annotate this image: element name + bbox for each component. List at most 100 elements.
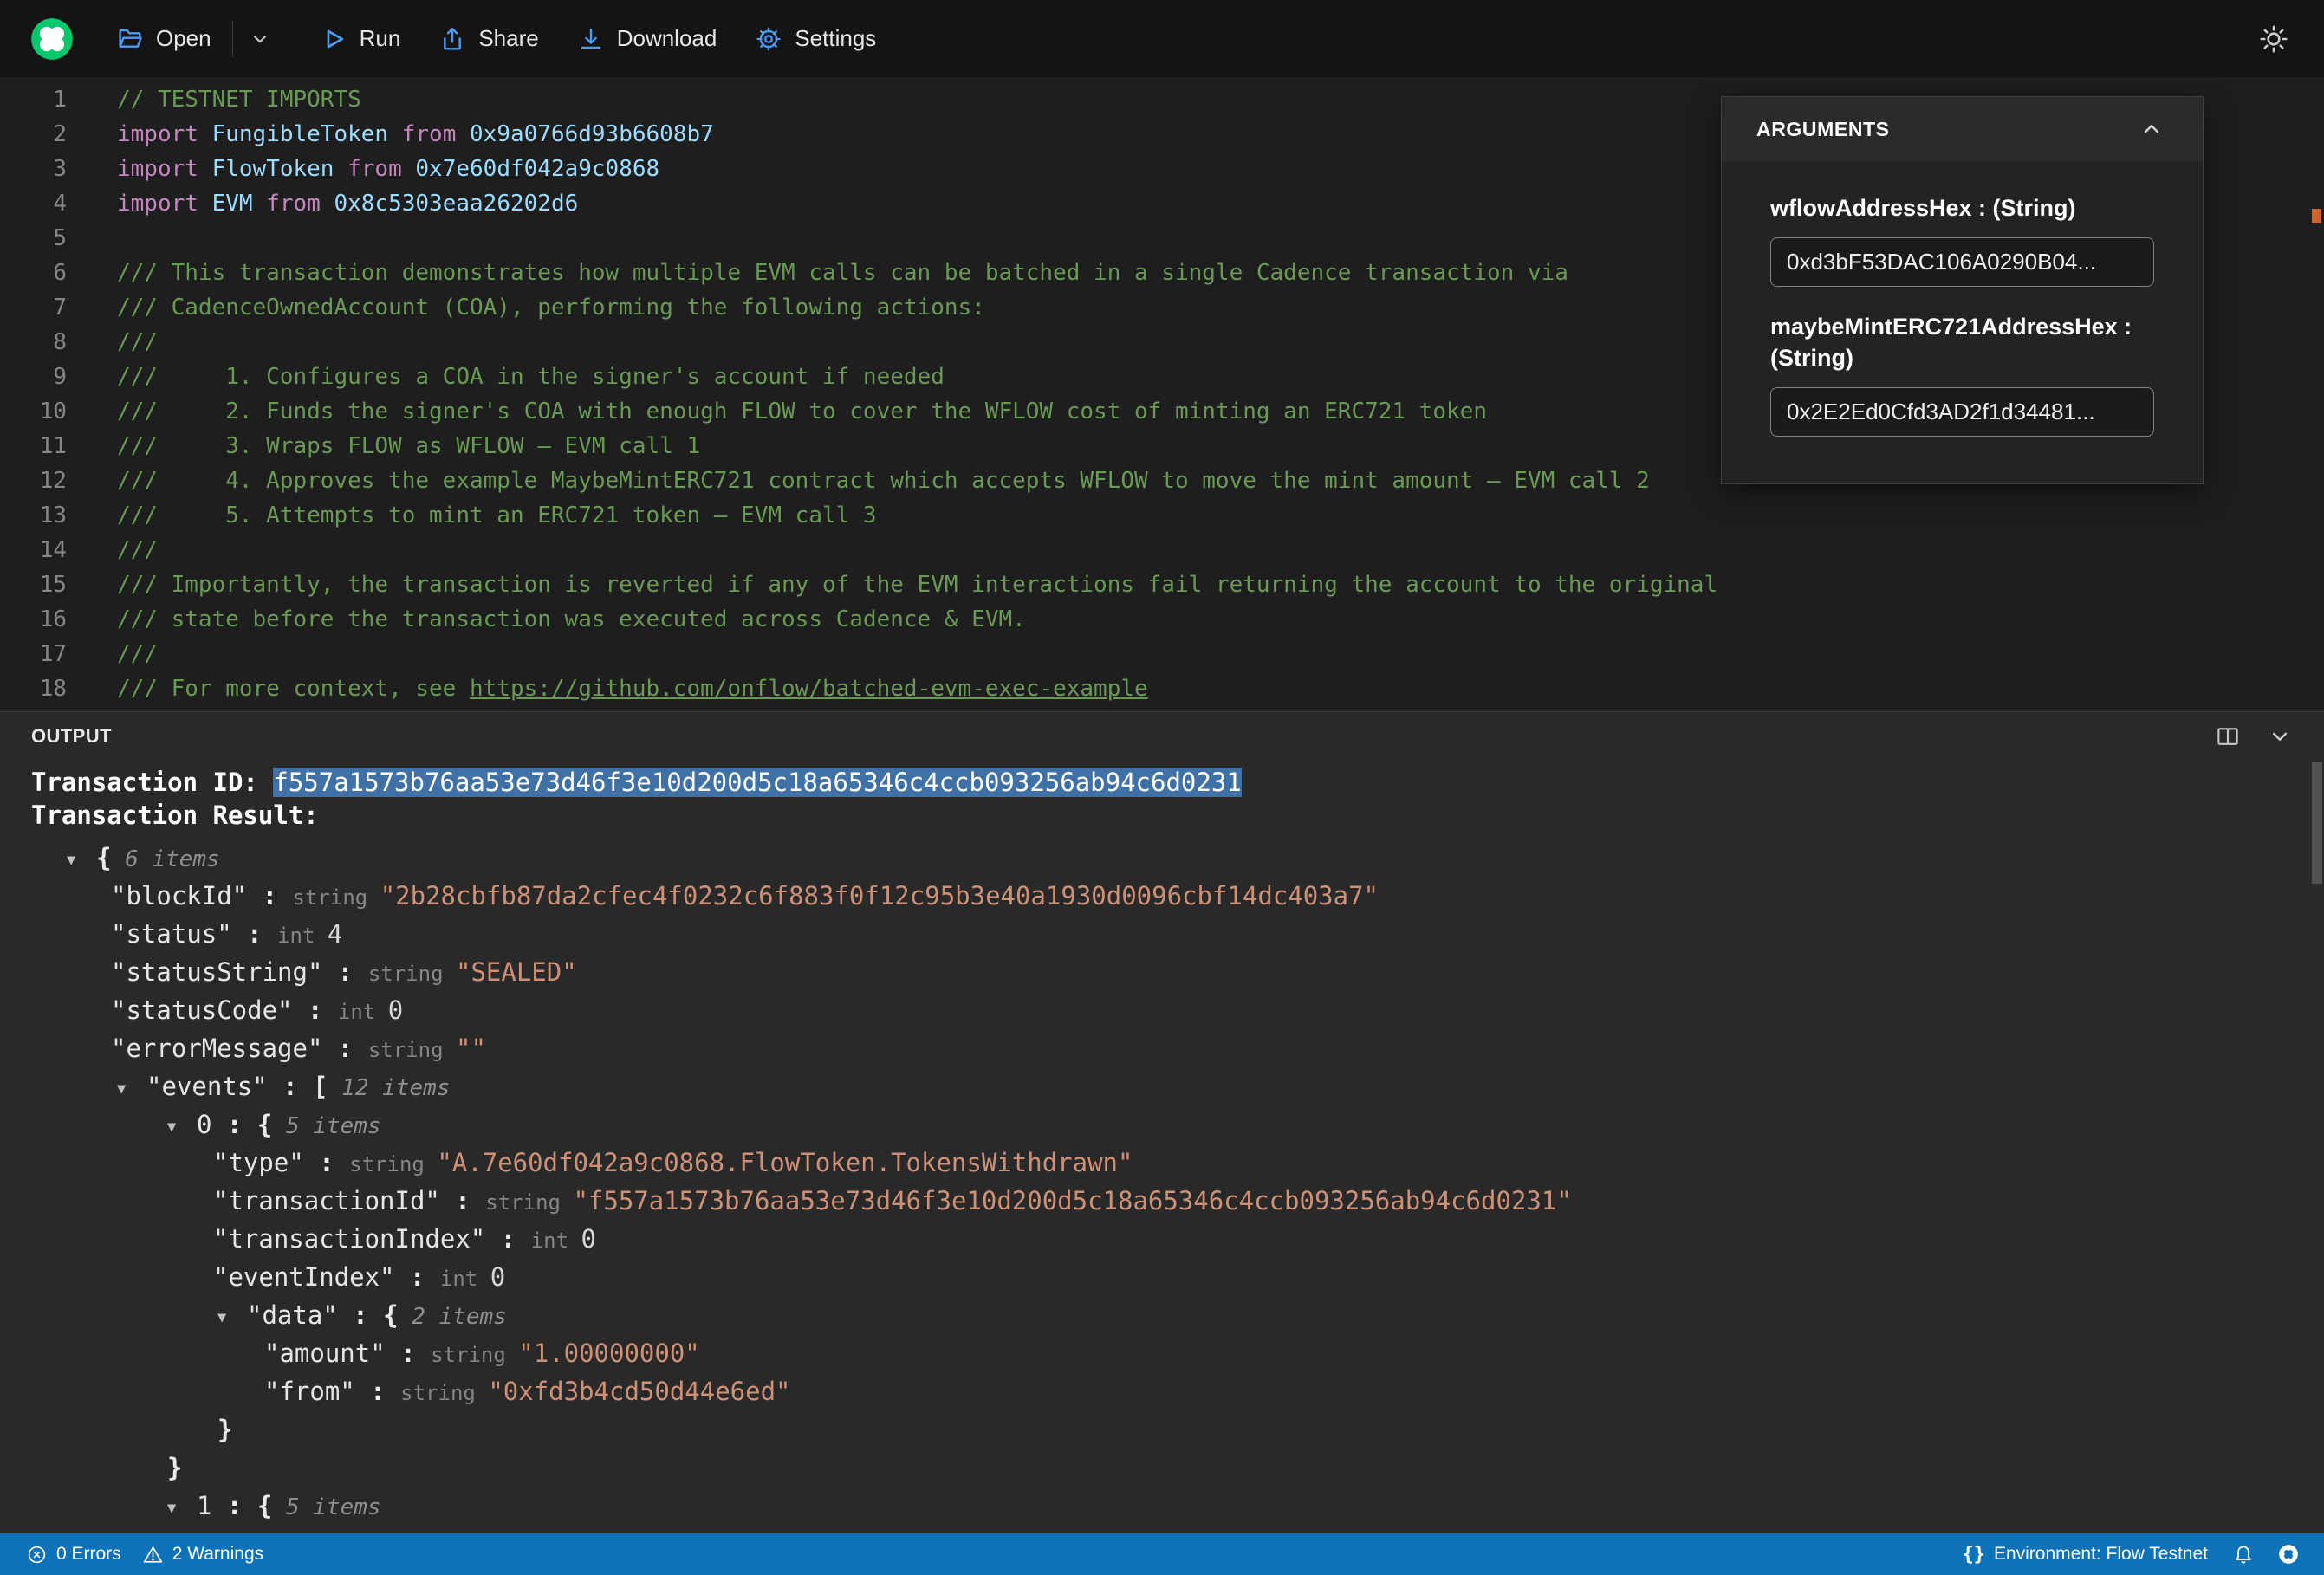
token-c: /// 2. Funds the signer's COA with enoug… (117, 399, 1487, 425)
braces-icon: {} (1962, 1543, 1985, 1565)
code-text: /// 4. Approves the example MaybeMintERC… (67, 463, 1650, 498)
open-button[interactable]: Open (97, 12, 230, 66)
json-tree-row: "transactionIndex" : int 0 (31, 1220, 2324, 1258)
token-typ: string (292, 885, 380, 910)
token-pun: : (247, 881, 293, 911)
json-tree-row: "from" : string "0xfd3b4cd50d44e6ed" (31, 1372, 2324, 1410)
settings-button[interactable]: Settings (736, 12, 895, 66)
argument-input[interactable] (1770, 237, 2154, 287)
token-c: /// CadenceOwnedAccount (COA), performin… (117, 295, 985, 321)
status-bar: 0 Errors 2 Warnings {} Environment: Flow… (0, 1533, 2324, 1575)
token-typ: string (400, 1381, 489, 1405)
token-pun: } (167, 1453, 183, 1482)
share-button[interactable]: Share (419, 12, 557, 66)
flow-network-button[interactable] (2269, 1543, 2308, 1565)
bell-icon (2236, 1546, 2251, 1564)
collapse-output-icon[interactable] (2267, 723, 2293, 749)
token-t: FungibleToken (211, 121, 402, 147)
code-editor[interactable]: 1// TESTNET IMPORTS 2 import FungibleToken… (0, 77, 2324, 711)
code-text: /// This transaction demonstrates how mu… (67, 256, 1568, 290)
token-pun: : (303, 1148, 350, 1177)
code-text: /// 1. Configures a COA in the signer's … (67, 360, 945, 394)
line-number: 17 (39, 641, 67, 667)
token-itm: 2 items (398, 1304, 507, 1330)
token-str: "" (455, 1034, 486, 1063)
output-header: OUTPUT (0, 712, 2324, 761)
notifications-button[interactable] (2223, 1543, 2263, 1565)
flow-runner-app: Open Run Share Download Settings 1 // TE… (0, 0, 2324, 1575)
token-str: "2b28cbfb87da2cfec4f0232c6f883f0f12c95b3… (380, 881, 1379, 911)
json-tree-row: "errorMessage" : string "" (31, 1029, 2324, 1067)
token-a: 0x8c5303eaa26202d6 (334, 191, 579, 217)
code-text: /// 5. Attempts to mint an ERC721 token … (67, 498, 877, 533)
environment-status[interactable]: {} Environment: Flow Testnet (1951, 1544, 2218, 1565)
download-icon (581, 28, 600, 49)
token-pun: : (354, 1377, 401, 1406)
token-pun: : (385, 1338, 432, 1368)
collapse-arrow-icon[interactable]: ▼ (67, 841, 96, 879)
code-line: 18/// For more context, see https://gith… (0, 671, 2324, 706)
token-key: "statusCode" (111, 995, 293, 1025)
token-k: import (117, 121, 212, 147)
toolbar: Open Run Share Download Settings (0, 0, 2324, 77)
run-button[interactable]: Run (301, 12, 420, 66)
token-t: EVM (211, 191, 267, 217)
download-button[interactable]: Download (558, 12, 737, 66)
token-typ: int (277, 924, 328, 948)
run-label: Run (359, 25, 401, 51)
scrollbar-warning-marker (2312, 209, 2321, 223)
token-a: 0x7e60df042a9c0868 (415, 156, 660, 182)
token-pun: : [ (267, 1072, 328, 1101)
token-c: /// (117, 329, 158, 355)
argument-input[interactable] (1770, 387, 2154, 437)
token-pun: : (231, 919, 278, 949)
code-line: 16 /// state before the transaction was e… (0, 602, 2324, 637)
output-content[interactable]: Transaction ID: f557a1573b76aa53e73d46f3… (0, 761, 2324, 1525)
code-text: import FlowToken from 0x7e60df042a9c0868 (67, 152, 659, 186)
token-c: /// Importantly, the transaction is reve… (117, 572, 1718, 598)
token-str: "f557a1573b76aa53e73d46f3e10d200d5c18a65… (573, 1186, 1572, 1215)
token-pun: : (322, 1034, 368, 1063)
collapse-arrow-icon[interactable]: ▼ (217, 1299, 247, 1337)
output-panel: OUTPUT Transaction ID: f557a1573b76aa53e… (0, 711, 2324, 1533)
token-c: /// 4. Approves the example MaybeMintERC… (117, 468, 1650, 494)
token-key: "data" (247, 1300, 338, 1330)
arguments-panel-header[interactable]: ARGUMENTS (1722, 97, 2203, 161)
code-text: /// CadenceOwnedAccount (COA), performin… (67, 290, 985, 325)
open-dropdown-button[interactable] (235, 12, 285, 66)
output-scrollbar-thumb[interactable] (2312, 762, 2322, 884)
token-key: "eventIndex" (213, 1262, 395, 1292)
token-key: "status" (111, 919, 232, 949)
open-file-icon (119, 29, 142, 48)
token-int: 4 (327, 919, 343, 949)
split-panel-icon[interactable] (2215, 723, 2241, 749)
token-typ: string (367, 962, 456, 986)
status-bar-right: {} Environment: Flow Testnet (1951, 1543, 2308, 1565)
theme-toggle-button[interactable] (2246, 12, 2301, 66)
sun-icon (2260, 24, 2288, 53)
token-k: from (401, 121, 471, 147)
token-typ: string (367, 1038, 456, 1062)
token-k: from (347, 156, 416, 182)
token-c: /// This transaction demonstrates how mu… (117, 260, 1568, 286)
flow-logo[interactable] (29, 16, 75, 62)
transaction-id-value[interactable]: f557a1573b76aa53e73d46f3e10d200d5c18a653… (273, 768, 1242, 797)
line-number: 10 (39, 399, 67, 425)
collapse-arrow-icon[interactable]: ▼ (167, 1489, 197, 1527)
warnings-status[interactable]: 2 Warnings (132, 1533, 274, 1575)
token-itm: 5 items (272, 1113, 381, 1139)
download-label: Download (616, 25, 717, 51)
token-str: "SEALED" (455, 957, 577, 987)
errors-status[interactable]: 0 Errors (16, 1533, 132, 1575)
line-number: 5 (53, 225, 67, 251)
token-typ: int (530, 1228, 581, 1253)
token-c: /// For more context, see (117, 676, 470, 702)
chevron-up-icon[interactable] (2139, 116, 2165, 142)
token-pun: : (394, 1262, 440, 1292)
token-str: "A.7e60df042a9c0868.FlowToken.TokensWith… (437, 1148, 1133, 1177)
collapse-arrow-icon[interactable]: ▼ (117, 1070, 146, 1108)
argument-label: maybeMintERC721AddressHex : (String) (1770, 314, 2132, 371)
code-line: 14 /// (0, 533, 2324, 567)
toolbar-divider (231, 20, 233, 57)
collapse-arrow-icon[interactable]: ▼ (167, 1108, 197, 1146)
